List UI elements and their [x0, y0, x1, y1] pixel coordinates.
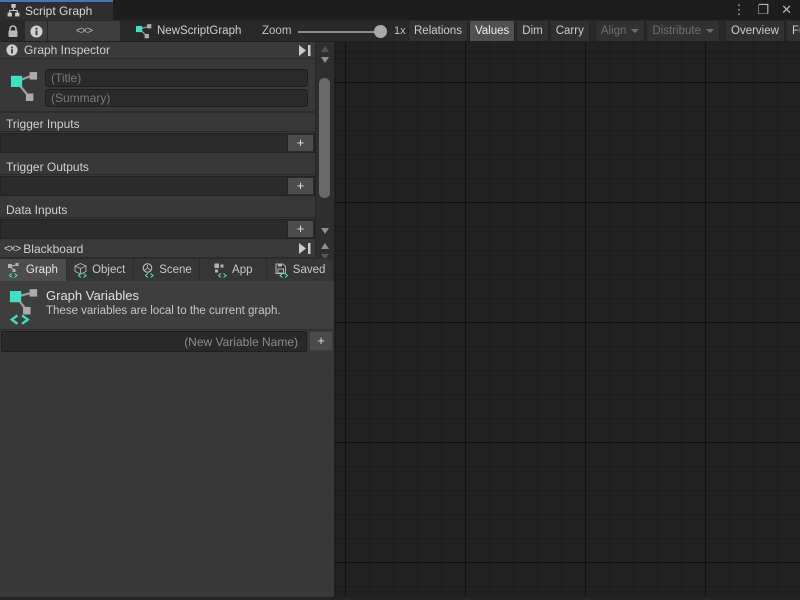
- inspector-scrollbar[interactable]: [315, 42, 334, 258]
- tab-scene[interactable]: Scene: [134, 258, 201, 281]
- zoom-slider-handle[interactable]: [374, 25, 387, 38]
- sidebar-panel: Graph Inspector Trigger Inputs + Trigger…: [0, 42, 334, 600]
- inspect-button[interactable]: [25, 21, 47, 41]
- section-title-trigger-outputs: Trigger Outputs: [6, 160, 89, 174]
- chevron-down-icon: [706, 29, 714, 33]
- overview-button[interactable]: Overview: [725, 21, 785, 41]
- code-brackets-icon: <×>: [4, 243, 20, 255]
- divider: [0, 131, 315, 132]
- toolbar-button-group: Relations Values Dim Carry Align Distrib…: [408, 21, 800, 41]
- tab-saved[interactable]: Saved: [267, 258, 334, 281]
- chevron-down-icon: [631, 29, 639, 33]
- edit-graph-button[interactable]: <×>: [48, 21, 120, 41]
- add-data-input-button[interactable]: +: [287, 221, 313, 237]
- new-variable-row: +: [0, 330, 334, 354]
- summary-field[interactable]: [45, 89, 308, 107]
- window-tab-strip: Script Graph ⋮ ❐ ✕: [0, 0, 800, 20]
- values-button[interactable]: Values: [469, 21, 515, 41]
- maximize-icon[interactable]: ❐: [757, 0, 769, 20]
- graph-variables-title: Graph Variables: [46, 288, 139, 303]
- info-icon: [6, 44, 18, 56]
- tab-graph[interactable]: Graph: [0, 258, 67, 281]
- active-tab-accent: [0, 0, 113, 2]
- window-menu-icon[interactable]: ⋮: [732, 0, 745, 20]
- divider: [0, 111, 315, 113]
- tab-label: Script Graph: [25, 2, 92, 18]
- scroll-up-icon[interactable]: [321, 46, 329, 52]
- scroll-down-icon[interactable]: [321, 228, 329, 234]
- graph-canvas[interactable]: [334, 42, 800, 600]
- zoom-label: Zoom: [262, 25, 291, 37]
- carry-button[interactable]: Carry: [550, 21, 590, 41]
- add-trigger-input-button[interactable]: +: [287, 135, 313, 151]
- code-brackets-icon: <×>: [76, 25, 92, 37]
- graph-breadcrumb[interactable]: NewScriptGraph: [136, 21, 241, 41]
- scene-icon: [141, 263, 155, 278]
- scroll-down-icon[interactable]: [321, 57, 329, 63]
- tab-script-graph[interactable]: Script Graph: [0, 0, 113, 20]
- blackboard-title: Blackboard: [23, 242, 83, 256]
- tab-object[interactable]: Object: [67, 258, 134, 281]
- data-inputs-list: +: [0, 219, 315, 239]
- graph-variables-icon: [9, 287, 39, 325]
- graph-node-icon: [136, 24, 152, 39]
- script-graph-window: Script Graph ⋮ ❐ ✕ <×>: [0, 0, 800, 600]
- align-dropdown[interactable]: Align: [595, 21, 646, 41]
- lock-icon: [7, 24, 19, 39]
- trigger-inputs-list: +: [0, 133, 315, 153]
- scroll-up-icon[interactable]: [321, 243, 329, 249]
- blackboard-header: <×> Blackboard: [0, 240, 315, 258]
- close-icon[interactable]: ✕: [781, 0, 792, 20]
- graph-inspector-title: Graph Inspector: [24, 43, 110, 57]
- app-grid-icon: [214, 263, 228, 278]
- divider: [0, 217, 315, 218]
- dim-button[interactable]: Dim: [516, 21, 548, 41]
- dock-panel-icon[interactable]: [298, 242, 312, 255]
- graph-variables-icon: [8, 263, 22, 278]
- graph-node-icon: [10, 70, 38, 104]
- distribute-dropdown[interactable]: Distribute: [646, 21, 720, 41]
- full-screen-button[interactable]: Full Screen: [786, 21, 800, 41]
- cube-icon: [74, 263, 88, 278]
- title-field[interactable]: [45, 69, 308, 87]
- zoom-slider-track: [298, 31, 382, 33]
- divider: [0, 174, 315, 175]
- relations-button[interactable]: Relations: [408, 21, 468, 41]
- graph-variables-description: These variables are local to the current…: [46, 305, 281, 317]
- info-icon: [30, 25, 43, 38]
- section-title-data-inputs: Data Inputs: [6, 203, 67, 217]
- zoom-value: 1x: [394, 25, 406, 37]
- new-variable-input[interactable]: [1, 331, 307, 352]
- graph-name: NewScriptGraph: [157, 25, 241, 37]
- tab-app[interactable]: App: [200, 258, 267, 281]
- zoom-slider[interactable]: [296, 21, 392, 41]
- floppy-disk-icon: [275, 263, 289, 278]
- scrollbar-thumb[interactable]: [319, 78, 330, 198]
- script-graph-icon: [7, 4, 20, 17]
- graph-toolbar: <×> NewScriptGraph Zoom 1x Relations Val…: [0, 20, 800, 42]
- graph-variables-info: Graph Variables These variables are loca…: [0, 281, 334, 330]
- lock-button[interactable]: [2, 21, 24, 41]
- dock-panel-icon[interactable]: [298, 44, 312, 57]
- blackboard-tab-bar: Graph Object Scene: [0, 258, 334, 281]
- trigger-outputs-list: +: [0, 176, 315, 196]
- add-trigger-output-button[interactable]: +: [287, 178, 313, 194]
- add-variable-button[interactable]: +: [309, 331, 333, 351]
- graph-inspector-header: Graph Inspector: [0, 42, 315, 59]
- section-title-trigger-inputs: Trigger Inputs: [6, 117, 80, 131]
